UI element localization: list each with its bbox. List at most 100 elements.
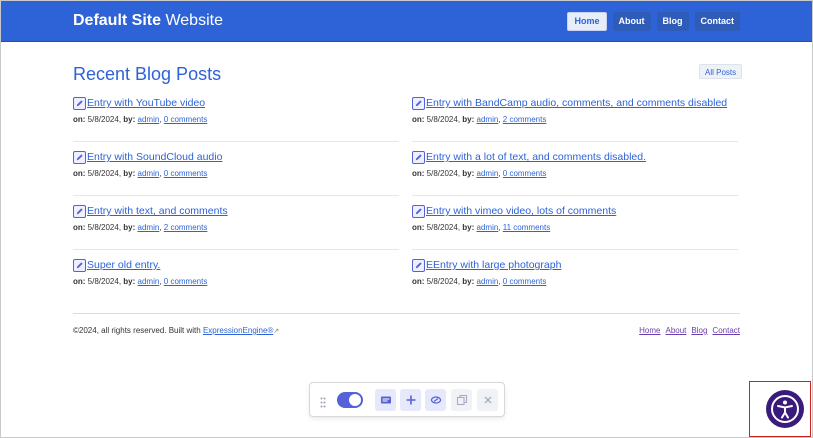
copy-button[interactable] [451,389,472,411]
accessibility-widget-frame [749,381,811,437]
nav-contact[interactable]: Contact [694,12,740,31]
post-date: 5/8/2024, [87,115,122,124]
blog-post: Entry with SoundCloud audio on: 5/8/2024,… [73,150,401,204]
all-posts-button[interactable]: All Posts [699,64,743,79]
nav-about[interactable]: About [612,12,651,31]
form-icon [380,396,391,404]
by-label: by: [123,223,136,232]
edit-icon[interactable] [412,258,425,272]
accessibility-button[interactable] [766,390,804,428]
comments-link[interactable]: 11 comments [503,223,550,232]
by-label: by: [462,115,475,124]
post-divider [73,141,399,142]
site-title[interactable]: Default Site Website [73,12,223,30]
blog-post: Entry with BandCamp audio, comments, and… [412,96,740,150]
on-label: on: [73,223,86,232]
edit-icon[interactable] [412,96,425,110]
post-meta: on: 5/8/2024, by: admin, 0 comments [73,115,208,124]
link-icon [430,396,441,404]
post-meta: on: 5/8/2024, by: admin, 2 comments [73,223,208,232]
footer-nav: Home About Blog Contact [639,326,740,335]
author-link[interactable]: admin [138,223,160,232]
comments-link[interactable]: 2 comments [503,115,547,124]
blog-post: Entry with text, and comments on: 5/8/202… [73,204,401,258]
close-icon [484,396,491,404]
comments-link[interactable]: 0 comments [164,115,208,124]
post-date: 5/8/2024, [87,169,122,178]
edit-icon[interactable] [412,204,425,218]
post-date: 5/8/2024, [426,169,461,178]
by-label: by: [123,169,136,178]
post-date: 5/8/2024, [426,277,461,286]
post-meta: on: 5/8/2024, by: admin, 0 comments [412,169,547,178]
by-label: by: [123,277,136,286]
author-link[interactable]: admin [477,223,499,232]
comments-link[interactable]: 0 comments [503,277,547,286]
post-divider [73,195,399,196]
close-button[interactable] [477,389,498,411]
link-button[interactable] [425,389,446,411]
main-nav: Home About Blog Contact [567,12,740,31]
edit-icon[interactable] [73,150,86,164]
author-link[interactable]: admin [477,169,499,178]
add-button[interactable] [400,389,421,411]
post-title-link[interactable]: Super old entry. [87,259,160,271]
site-header: Default Site Website Home About Blog Con… [1,1,812,42]
post-title-link[interactable]: Entry with YouTube video [87,97,205,109]
by-label: by: [462,223,475,232]
nav-blog[interactable]: Blog [656,12,689,31]
post-date: 5/8/2024, [87,223,122,232]
on-label: on: [73,115,86,124]
post-divider [412,195,738,196]
on-label: on: [412,169,425,178]
by-label: by: [462,169,475,178]
blog-post: Entry with a lot of text, and comments d… [412,150,740,204]
author-link[interactable]: admin [477,115,499,124]
post-title-link[interactable]: Entry with text, and comments [87,205,228,217]
on-label: on: [73,277,86,286]
drag-handle-icon[interactable] [320,395,326,408]
post-date: 5/8/2024, [426,223,461,232]
comments-link[interactable]: 0 comments [164,277,208,286]
expressionengine-link[interactable]: ExpressionEngine® [203,326,273,335]
copy-icon [456,394,467,406]
post-divider [73,249,399,250]
comments-link[interactable]: 0 comments [503,169,547,178]
author-link[interactable]: admin [138,115,160,124]
comments-link[interactable]: 0 comments [164,169,208,178]
on-label: on: [73,169,86,178]
on-label: on: [412,115,425,124]
comments-link[interactable]: 2 comments [164,223,208,232]
edit-icon[interactable] [73,204,86,218]
post-title-link[interactable]: Entry with SoundCloud audio [87,151,222,163]
edit-icon[interactable] [73,96,86,110]
by-label: by: [462,277,475,286]
author-link[interactable]: admin [138,169,160,178]
on-label: on: [412,277,425,286]
on-label: on: [412,223,425,232]
post-title-link[interactable]: Entry with BandCamp audio, comments, and… [426,97,727,109]
page-title: Recent Blog Posts [73,64,222,84]
edit-icon[interactable] [412,150,425,164]
edit-mode-toggle[interactable] [337,392,363,408]
external-link-icon: ↗ [273,328,280,335]
form-button[interactable] [375,389,396,411]
post-title-link[interactable]: Entry with vimeo video, lots of comments [426,205,616,217]
author-link[interactable]: admin [138,277,160,286]
post-divider [412,141,738,142]
footer-link-contact[interactable]: Contact [712,326,740,335]
blog-post: Entry with vimeo video, lots of comments… [412,204,740,258]
footer-link-about[interactable]: About [666,326,687,335]
post-meta: on: 5/8/2024, by: admin, 0 comments [73,169,208,178]
post-meta: on: 5/8/2024, by: admin, 0 comments [412,277,547,286]
footer-copyright: ©2024, all rights reserved. Built with E… [73,326,280,335]
author-link[interactable]: admin [477,277,499,286]
nav-home[interactable]: Home [567,12,607,31]
post-title-link[interactable]: EEntry with large photograph [426,259,561,271]
post-title-link[interactable]: Entry with a lot of text, and comments d… [426,151,646,163]
footer-link-home[interactable]: Home [639,326,660,335]
blog-post: Entry with YouTube video on: 5/8/2024, by… [73,96,401,150]
edit-icon[interactable] [73,258,86,272]
footer-link-blog[interactable]: Blog [691,326,707,335]
post-meta: on: 5/8/2024, by: admin, 0 comments [73,277,208,286]
